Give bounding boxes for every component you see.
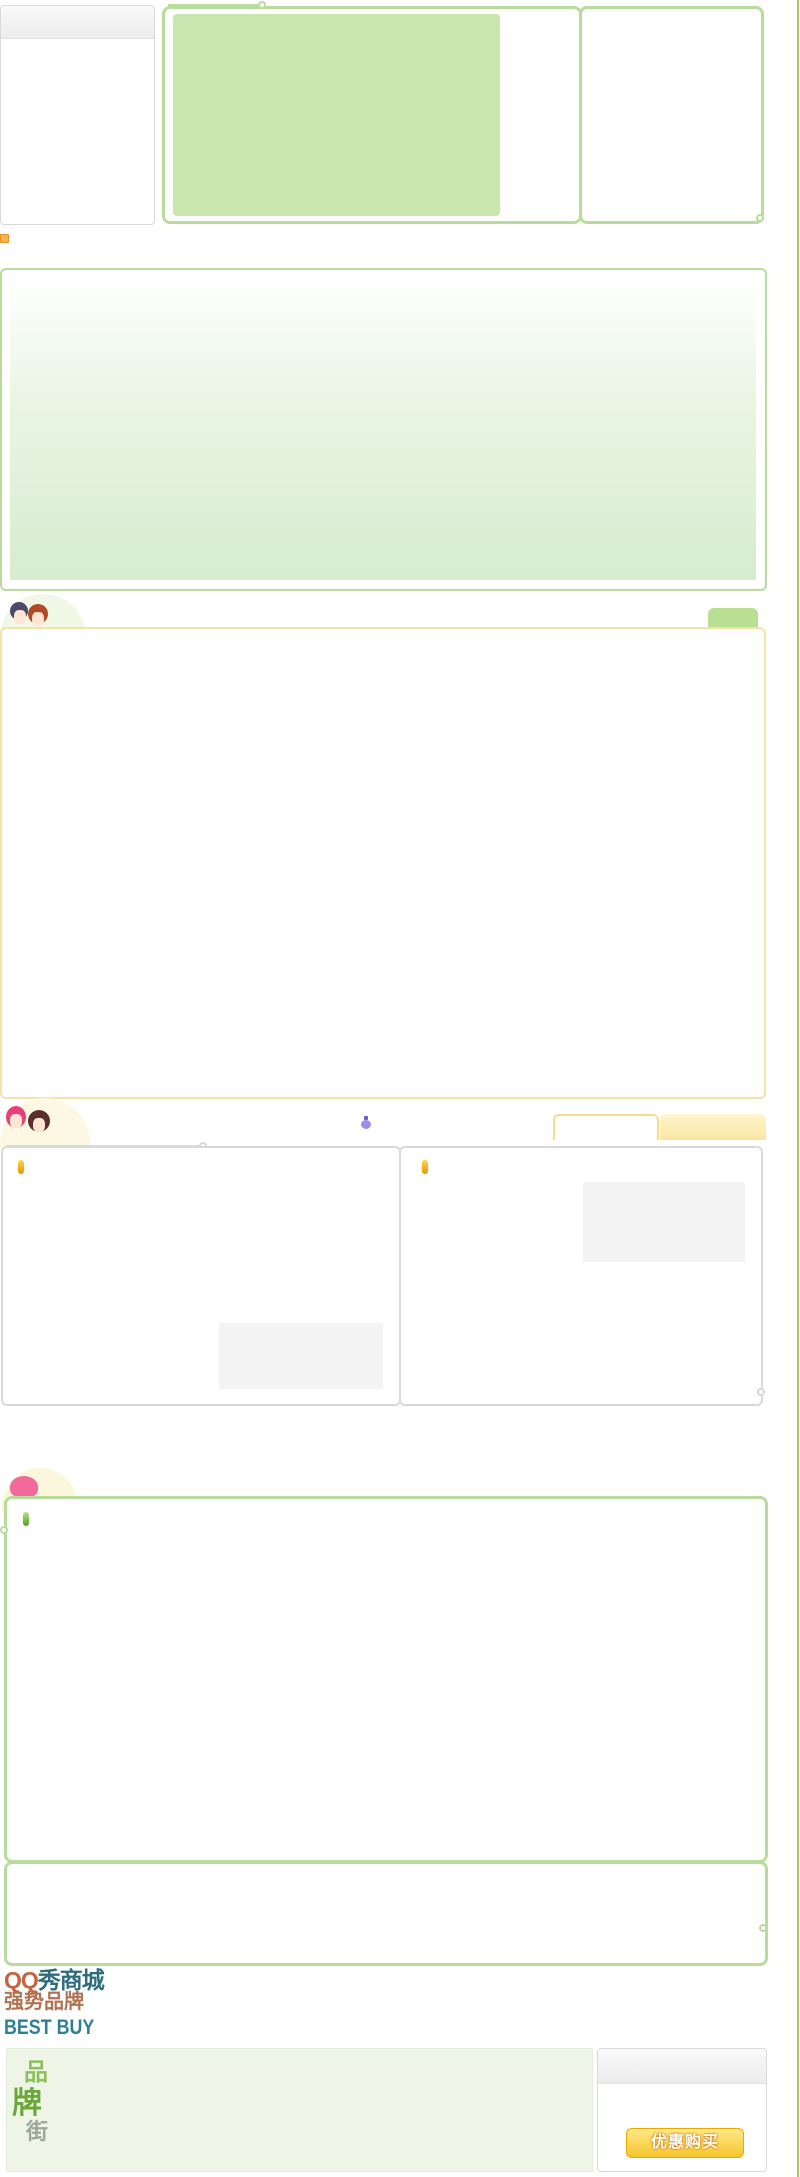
new-items-bullet-icon [18, 1160, 24, 1174]
brand-street-char3: 街 [26, 2119, 49, 2144]
brand-headline: QQ秀商城 强势品牌 BEST BUY [4, 1968, 124, 2046]
orange-square-icon [0, 234, 9, 243]
new-items-thumbnail[interactable] [219, 1323, 383, 1389]
brand-street-banner[interactable] [6, 2048, 593, 2172]
side-promo-connector [756, 214, 764, 222]
hot-items-connector [757, 1388, 765, 1396]
login-panel [0, 5, 155, 225]
brand-footer-frame [4, 1861, 768, 1966]
perfume-bottle-icon [361, 1116, 371, 1129]
banner-slideshow[interactable] [173, 14, 500, 216]
featured-items-panel [0, 627, 766, 1099]
buy-panel-header [598, 2049, 766, 2084]
brand-footer-connector [759, 1924, 767, 1932]
tab-hot[interactable] [660, 1114, 766, 1140]
brand-items-bullet-icon [23, 1512, 29, 1526]
discount-buy-button[interactable]: 优惠购买 [626, 2128, 744, 2158]
tab-latest[interactable] [553, 1114, 659, 1140]
page-edge-line [797, 0, 799, 2177]
hot-items-bullet-icon [422, 1160, 428, 1174]
pink-pet-avatar [10, 1476, 38, 1498]
hot-items-thumbnail[interactable] [583, 1182, 745, 1262]
brand-items-connector [0, 1526, 8, 1534]
banner-connector-line [168, 4, 260, 7]
brand-items-panel [4, 1496, 768, 1863]
couple-avatar [6, 598, 54, 630]
brand-bestbuy-text: BEST BUY [4, 2016, 95, 2039]
feature-banner[interactable] [10, 278, 756, 580]
brand-qq-text: QQ [4, 1967, 39, 1993]
side-promo-frame [579, 6, 764, 224]
login-panel-header [1, 6, 154, 39]
brand-strong-text: 强势品牌 [4, 1991, 84, 2013]
girls-avatar [4, 1104, 56, 1138]
brand-mall-text: 秀商城 [37, 1967, 105, 1993]
brand-street-title: 品 牌 街 [12, 2052, 56, 2170]
